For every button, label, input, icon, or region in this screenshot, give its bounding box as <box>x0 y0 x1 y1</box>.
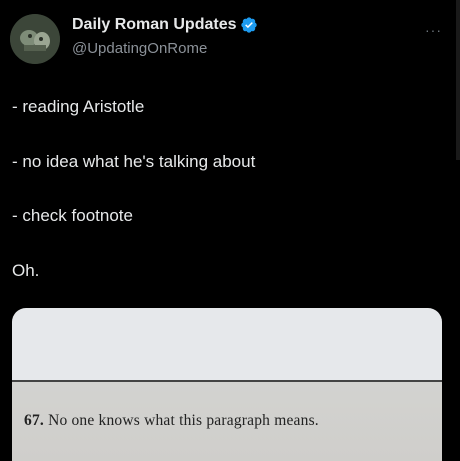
tweet: Daily Roman Updates @UpdatingOnRome ··· … <box>0 0 460 461</box>
avatar-image <box>10 14 60 64</box>
tweet-media-image[interactable]: 67. No one knows what this paragraph mea… <box>12 308 442 461</box>
more-options-icon[interactable]: ··· <box>425 22 442 38</box>
scrollbar[interactable] <box>456 0 460 160</box>
tweet-line-1: - reading Aristotle <box>12 97 145 116</box>
author-handle[interactable]: @UpdatingOnRome <box>72 40 207 57</box>
tweet-line-3: - check footnote <box>12 206 133 225</box>
footnote: 67. No one knows what this paragraph mea… <box>24 412 319 430</box>
tweet-line-4: Oh. <box>12 261 40 280</box>
footnote-text: No one knows what this paragraph means. <box>48 412 319 429</box>
footnote-number: 67. <box>24 412 44 429</box>
verified-badge-icon <box>241 17 258 33</box>
book-page: 67. No one knows what this paragraph mea… <box>12 382 442 461</box>
tweet-line-2: - no idea what he's talking about <box>12 152 256 171</box>
avatar[interactable] <box>10 14 60 64</box>
display-name[interactable]: Daily Roman Updates <box>72 16 236 34</box>
author-name-row[interactable]: Daily Roman Updates <box>72 16 258 34</box>
footnote-divider <box>12 380 442 382</box>
